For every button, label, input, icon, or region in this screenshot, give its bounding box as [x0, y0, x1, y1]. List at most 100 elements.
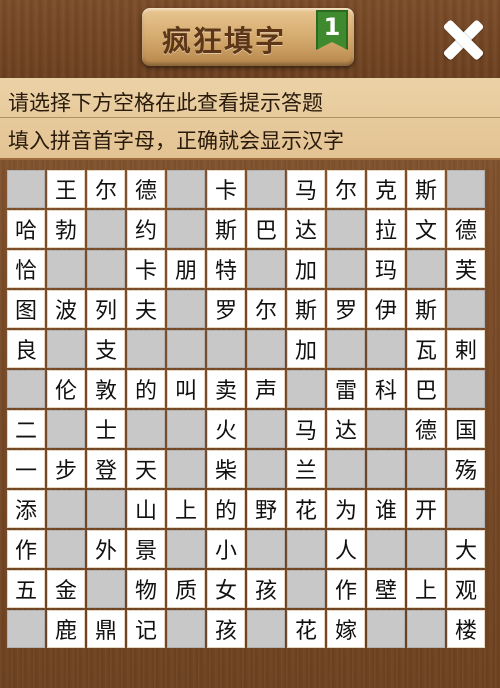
- grid-cell-filled: 鹿: [47, 610, 85, 648]
- grid-cell-filled: 殇: [447, 450, 485, 488]
- grid-cell-filled: 敦: [87, 370, 125, 408]
- grid-cell-empty[interactable]: [327, 450, 365, 488]
- grid-cell-filled: 鼎: [87, 610, 125, 648]
- grid-cell-empty[interactable]: [407, 530, 445, 568]
- grid-cell-filled: 景: [127, 530, 165, 568]
- grid-cell-empty[interactable]: [247, 410, 285, 448]
- grid-cell-empty[interactable]: [367, 410, 405, 448]
- grid-cell-empty[interactable]: [167, 290, 205, 328]
- grid-cell-empty[interactable]: [447, 290, 485, 328]
- hint-line-2: 填入拼音首字母，正确就会显示汉字: [8, 129, 344, 153]
- grid-cell-empty[interactable]: [7, 370, 45, 408]
- grid-cell-filled: 勃: [47, 210, 85, 248]
- grid-cell-filled: 天: [127, 450, 165, 488]
- grid-cell-empty[interactable]: [167, 610, 205, 648]
- game-title: 疯狂填字: [162, 24, 287, 58]
- level-number: 1: [323, 13, 341, 41]
- grid-cell-filled: 斯: [407, 290, 445, 328]
- grid-cell-filled: 物: [127, 570, 165, 608]
- grid-cell-filled: 叫: [167, 370, 205, 408]
- grid-cell-filled: 柴: [207, 450, 245, 488]
- grid-cell-empty[interactable]: [327, 250, 365, 288]
- grid-cell-filled: 的: [127, 370, 165, 408]
- grid-cell-empty[interactable]: [407, 250, 445, 288]
- grid-cell-filled: 卖: [207, 370, 245, 408]
- grid-cell-empty[interactable]: [87, 250, 125, 288]
- grid-cell-filled: 记: [127, 610, 165, 648]
- grid-cell-empty[interactable]: [447, 370, 485, 408]
- grid-cell-empty[interactable]: [247, 450, 285, 488]
- grid-cell-empty[interactable]: [127, 330, 165, 368]
- grid-cell-filled: 拉: [367, 210, 405, 248]
- grid-cell-empty[interactable]: [167, 410, 205, 448]
- grid-cell-filled: 为: [327, 490, 365, 528]
- grid-cell-filled: 朋: [167, 250, 205, 288]
- grid-cell-filled: 二: [7, 410, 45, 448]
- grid-cell-empty[interactable]: [247, 610, 285, 648]
- grid-cell-filled: 列: [87, 290, 125, 328]
- close-x-icon[interactable]: [438, 14, 490, 66]
- grid-cell-empty[interactable]: [247, 530, 285, 568]
- grid-cell-filled: 声: [247, 370, 285, 408]
- grid-cell-filled: 良: [7, 330, 45, 368]
- grid-cell-empty[interactable]: [367, 330, 405, 368]
- grid-cell-filled: 山: [127, 490, 165, 528]
- grid-cell-empty[interactable]: [167, 450, 205, 488]
- grid-cell-filled: 作: [7, 530, 45, 568]
- grid-cell-filled: 恰: [7, 250, 45, 288]
- grid-cell-filled: 马: [287, 170, 325, 208]
- grid-cell-empty[interactable]: [87, 210, 125, 248]
- grid-cell-empty[interactable]: [127, 410, 165, 448]
- grid-cell-empty[interactable]: [167, 170, 205, 208]
- grid-cell-empty[interactable]: [7, 170, 45, 208]
- grid-cell-filled: 科: [367, 370, 405, 408]
- grid-cell-empty[interactable]: [167, 530, 205, 568]
- grid-cell-empty[interactable]: [447, 490, 485, 528]
- grid-cell-filled: 尔: [327, 170, 365, 208]
- grid-cell-filled: 德: [127, 170, 165, 208]
- grid-cell-filled: 添: [7, 490, 45, 528]
- grid-cell-filled: 约: [127, 210, 165, 248]
- grid-cell-empty[interactable]: [287, 370, 325, 408]
- grid-cell-empty[interactable]: [327, 330, 365, 368]
- grid-cell-filled: 质: [167, 570, 205, 608]
- grid-cell-empty[interactable]: [167, 210, 205, 248]
- grid-cell-filled: 花: [287, 610, 325, 648]
- grid-cell-empty[interactable]: [87, 490, 125, 528]
- grid-cell-empty[interactable]: [7, 610, 45, 648]
- grid-cell-empty[interactable]: [447, 170, 485, 208]
- grid-cell-filled: 斯: [287, 290, 325, 328]
- grid-cell-empty[interactable]: [407, 610, 445, 648]
- grid-cell-empty[interactable]: [247, 330, 285, 368]
- grid-cell-empty[interactable]: [367, 450, 405, 488]
- grid-cell-empty[interactable]: [367, 610, 405, 648]
- grid-cell-empty[interactable]: [207, 330, 245, 368]
- grid-cell-empty[interactable]: [367, 530, 405, 568]
- grid-cell-empty[interactable]: [47, 330, 85, 368]
- grid-cell-filled: 火: [207, 410, 245, 448]
- grid-cell-empty[interactable]: [287, 570, 325, 608]
- grid-cell-filled: 达: [327, 410, 365, 448]
- grid-cell-filled: 女: [207, 570, 245, 608]
- grid-cell-filled: 波: [47, 290, 85, 328]
- grid-cell-filled: 壁: [367, 570, 405, 608]
- grid-cell-filled: 巴: [247, 210, 285, 248]
- grid-cell-filled: 哈: [7, 210, 45, 248]
- grid-cell-empty[interactable]: [87, 570, 125, 608]
- grid-cell-filled: 开: [407, 490, 445, 528]
- grid-cell-empty[interactable]: [247, 170, 285, 208]
- grid-cell-empty[interactable]: [407, 450, 445, 488]
- grid-cell-filled: 五: [7, 570, 45, 608]
- grid-cell-empty[interactable]: [167, 330, 205, 368]
- grid-cell-empty[interactable]: [47, 250, 85, 288]
- grid-cell-empty[interactable]: [47, 410, 85, 448]
- grid-cell-empty[interactable]: [47, 490, 85, 528]
- grid-cell-filled: 马: [287, 410, 325, 448]
- grid-cell-filled: 登: [87, 450, 125, 488]
- grid-cell-empty[interactable]: [47, 530, 85, 568]
- grid-cell-empty[interactable]: [247, 250, 285, 288]
- grid-cell-filled: 加: [287, 250, 325, 288]
- grid-cell-filled: 谁: [367, 490, 405, 528]
- grid-cell-empty[interactable]: [287, 530, 325, 568]
- grid-cell-empty[interactable]: [327, 210, 365, 248]
